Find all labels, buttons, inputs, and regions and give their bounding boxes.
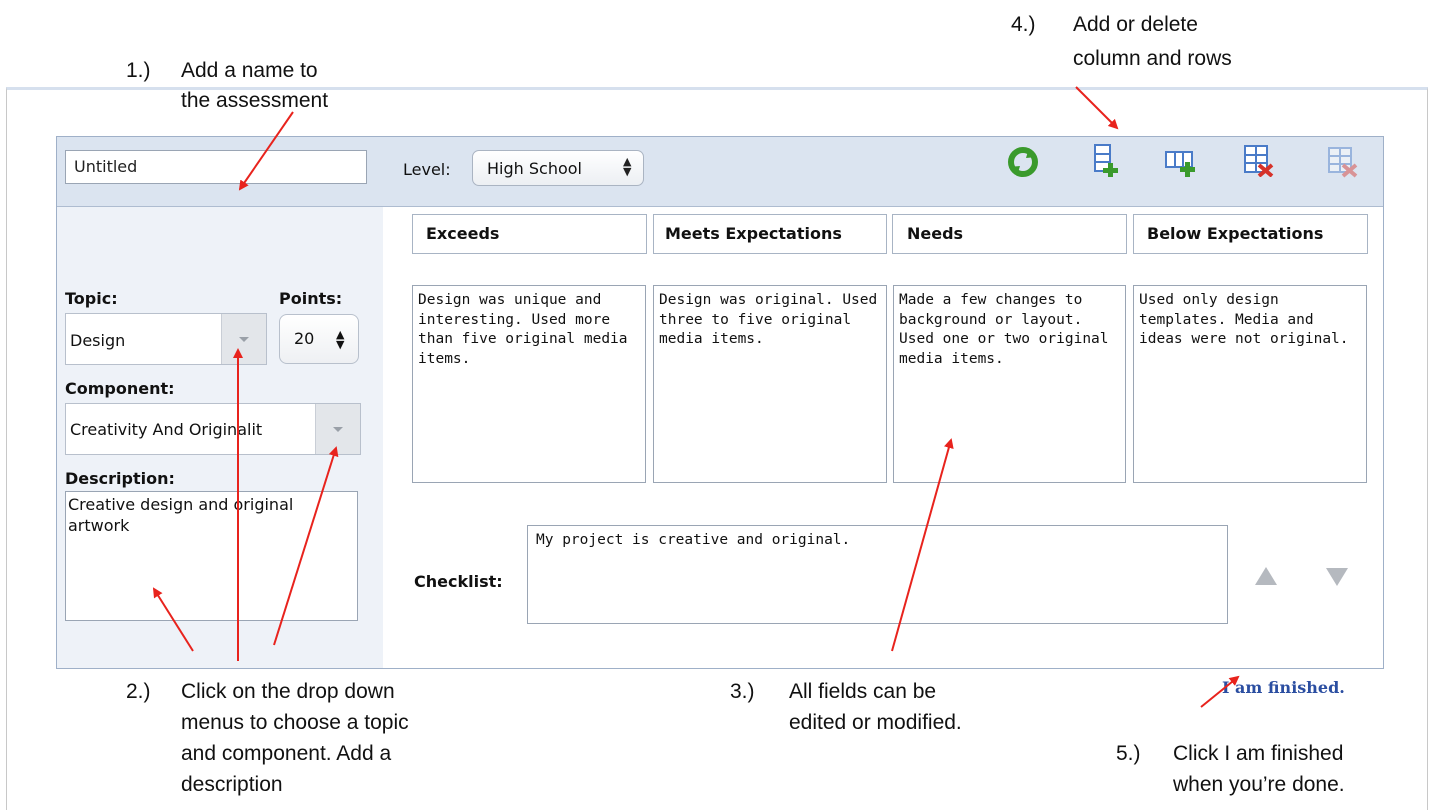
step1-text-line2: the assessment xyxy=(181,89,329,112)
description-textarea[interactable]: Creative design and original artwork xyxy=(65,491,358,621)
checklist-label: Checklist: xyxy=(414,572,503,591)
component-dropdown-button[interactable] xyxy=(315,404,360,454)
topic-dropdown[interactable]: Design xyxy=(65,313,267,365)
column-header-exceeds[interactable]: Exceeds xyxy=(412,214,647,254)
level-select[interactable]: High School ▲ ▼ xyxy=(472,150,644,186)
topic-dropdown-value: Design xyxy=(70,331,126,350)
sidebar: Topic: Points: Design 20 ▲ ▼ Component: C… xyxy=(57,207,383,668)
step5-text-line2: when you’re done. xyxy=(1173,773,1345,796)
step2-text-line1: Click on the drop down xyxy=(181,680,395,703)
select-arrows-icon: ▲ ▼ xyxy=(336,328,345,351)
component-dropdown[interactable]: Creativity And Originalit xyxy=(65,403,361,455)
toolbar: Untitled Level: High School ▲ ▼ xyxy=(57,137,1383,207)
add-row-icon[interactable] xyxy=(1091,143,1123,177)
description-label: Description: xyxy=(65,469,175,488)
topic-label: Topic: xyxy=(65,289,118,308)
level-label: Level: xyxy=(403,160,451,179)
step3-text-line2: edited or modified. xyxy=(789,711,962,734)
component-label: Component: xyxy=(65,379,175,398)
rubric-cell-below[interactable]: Used only design templates. Media and id… xyxy=(1133,285,1367,483)
step1-number: 1.) xyxy=(126,59,151,82)
assessment-name-input[interactable]: Untitled xyxy=(65,150,367,184)
level-select-value: High School xyxy=(487,159,582,178)
move-up-icon[interactable] xyxy=(1255,567,1277,585)
step3-text-line1: All fields can be xyxy=(789,680,937,703)
move-down-icon[interactable] xyxy=(1326,568,1348,586)
checklist-textarea[interactable]: My project is creative and original. xyxy=(527,525,1228,624)
column-header-meets[interactable]: Meets Expectations xyxy=(653,214,887,254)
step4-number: 4.) xyxy=(1011,13,1036,36)
column-header-needs[interactable]: Needs xyxy=(892,214,1127,254)
add-column-icon[interactable] xyxy=(1165,147,1197,181)
step3-number: 3.) xyxy=(730,680,755,703)
delete-column-icon[interactable] xyxy=(1327,145,1359,179)
step1-text-line1: Add a name to xyxy=(181,59,318,82)
finish-link[interactable]: I am finished. xyxy=(1222,678,1345,697)
step2-number: 2.) xyxy=(126,680,151,703)
topic-dropdown-button[interactable] xyxy=(221,314,266,364)
step4-text-line1: Add or delete xyxy=(1073,13,1198,36)
step4-text-line2: column and rows xyxy=(1073,47,1232,70)
refresh-icon[interactable] xyxy=(1007,145,1039,179)
step2-text-line4: description xyxy=(181,773,283,796)
column-header-below[interactable]: Below Expectations xyxy=(1133,214,1368,254)
step2-text-line2: menus to choose a topic xyxy=(181,711,409,734)
chevron-down-icon xyxy=(239,337,249,342)
delete-row-icon[interactable] xyxy=(1243,143,1275,177)
chevron-down-icon xyxy=(333,427,343,432)
points-stepper[interactable]: 20 ▲ ▼ xyxy=(279,314,359,364)
points-label: Points: xyxy=(279,289,343,308)
step5-number: 5.) xyxy=(1116,742,1141,765)
rubric-cell-exceeds[interactable]: Design was unique and interesting. Used … xyxy=(412,285,646,483)
points-value: 20 xyxy=(294,329,315,348)
rubric-cell-meets[interactable]: Design was original. Used three to five … xyxy=(653,285,887,483)
rubric-editor-panel: Untitled Level: High School ▲ ▼ Topic: P… xyxy=(56,136,1384,669)
rubric-cell-needs[interactable]: Made a few changes to background or layo… xyxy=(893,285,1126,483)
select-arrows-icon: ▲ ▼ xyxy=(623,155,632,178)
step5-text-line1: Click I am finished xyxy=(1173,742,1344,765)
component-dropdown-value: Creativity And Originalit xyxy=(70,420,263,439)
step2-text-line3: and component. Add a xyxy=(181,742,392,765)
